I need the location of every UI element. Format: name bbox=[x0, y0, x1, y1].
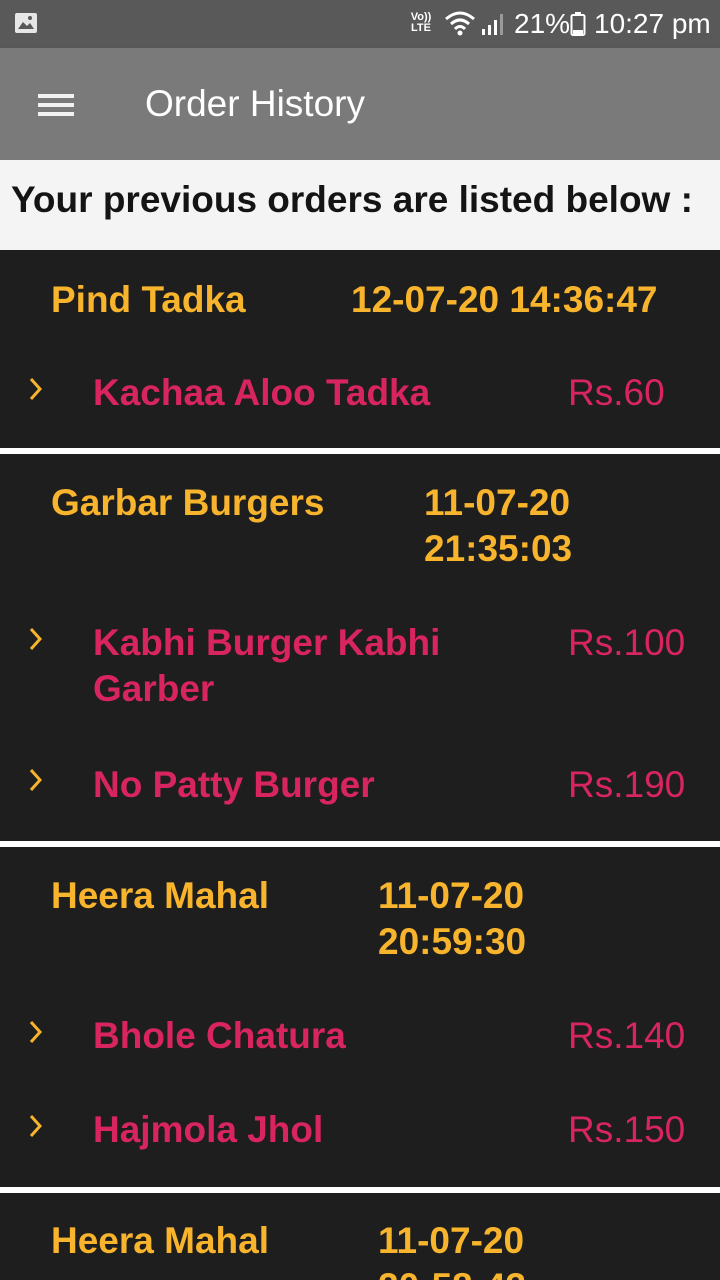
item-name: No Patty Burger bbox=[93, 764, 375, 805]
status-clock: 10:27 pm bbox=[594, 8, 711, 39]
restaurant-name: Heera Mahal bbox=[51, 1220, 269, 1261]
item-name: Kabhi Burger Kabhi Garber bbox=[93, 622, 441, 709]
order-datetime: 11-07-20 20:59:30 bbox=[378, 875, 527, 962]
chevron-right-icon bbox=[29, 1114, 43, 1138]
page-title: Order History bbox=[145, 83, 365, 124]
order-card[interactable]: Heera Mahal 11-07-20 20:58:43 bbox=[0, 1193, 720, 1280]
hamburger-menu-icon[interactable] bbox=[30, 86, 82, 122]
volte-label: Vo)) LTE bbox=[410, 11, 432, 34]
order-card[interactable]: Pind Tadka 12-07-20 14:36:47 Kachaa Aloo… bbox=[0, 250, 720, 448]
order-datetime: 11-07-20 20:58:43 bbox=[378, 1220, 526, 1280]
intro-banner: Your previous orders are listed below : bbox=[0, 160, 720, 250]
restaurant-name: Garbar Burgers bbox=[51, 482, 325, 523]
item-price: Rs.60 bbox=[568, 372, 665, 413]
gallery-icon bbox=[15, 13, 37, 33]
chevron-right-icon bbox=[29, 627, 43, 651]
chevron-right-icon bbox=[29, 377, 43, 401]
status-bar: Vo)) LTE 21% 10:27 pm bbox=[0, 0, 720, 48]
restaurant-name: Pind Tadka bbox=[51, 279, 246, 320]
item-name: Kachaa Aloo Tadka bbox=[93, 372, 431, 413]
item-name: Hajmola Jhol bbox=[93, 1109, 324, 1150]
restaurant-name: Heera Mahal bbox=[51, 875, 269, 916]
volte-indicator: Vo)) LTE bbox=[409, 12, 433, 34]
wifi-icon bbox=[445, 11, 475, 36]
item-name: Bhole Chatura bbox=[93, 1015, 346, 1056]
item-price: Rs.150 bbox=[568, 1109, 686, 1150]
order-datetime: 11-07-20 21:35:03 bbox=[424, 482, 573, 569]
chevron-right-icon bbox=[29, 1020, 43, 1044]
item-price: Rs.140 bbox=[568, 1015, 686, 1056]
battery-percentage: 21% bbox=[514, 8, 571, 39]
app-bar: Order History bbox=[0, 48, 720, 160]
order-datetime: 12-07-20 14:36:47 bbox=[351, 279, 658, 320]
item-price: Rs.190 bbox=[568, 764, 686, 805]
signal-icon bbox=[482, 14, 503, 35]
battery-icon bbox=[570, 12, 586, 36]
order-card[interactable]: Heera Mahal 11-07-20 20:59:30 Bhole Chat… bbox=[0, 847, 720, 1187]
chevron-right-icon bbox=[29, 768, 43, 792]
intro-text: Your previous orders are listed below : bbox=[11, 179, 693, 220]
item-price: Rs.100 bbox=[568, 622, 686, 663]
order-card[interactable]: Garbar Burgers 11-07-20 21:35:03 Kabhi B… bbox=[0, 454, 720, 841]
